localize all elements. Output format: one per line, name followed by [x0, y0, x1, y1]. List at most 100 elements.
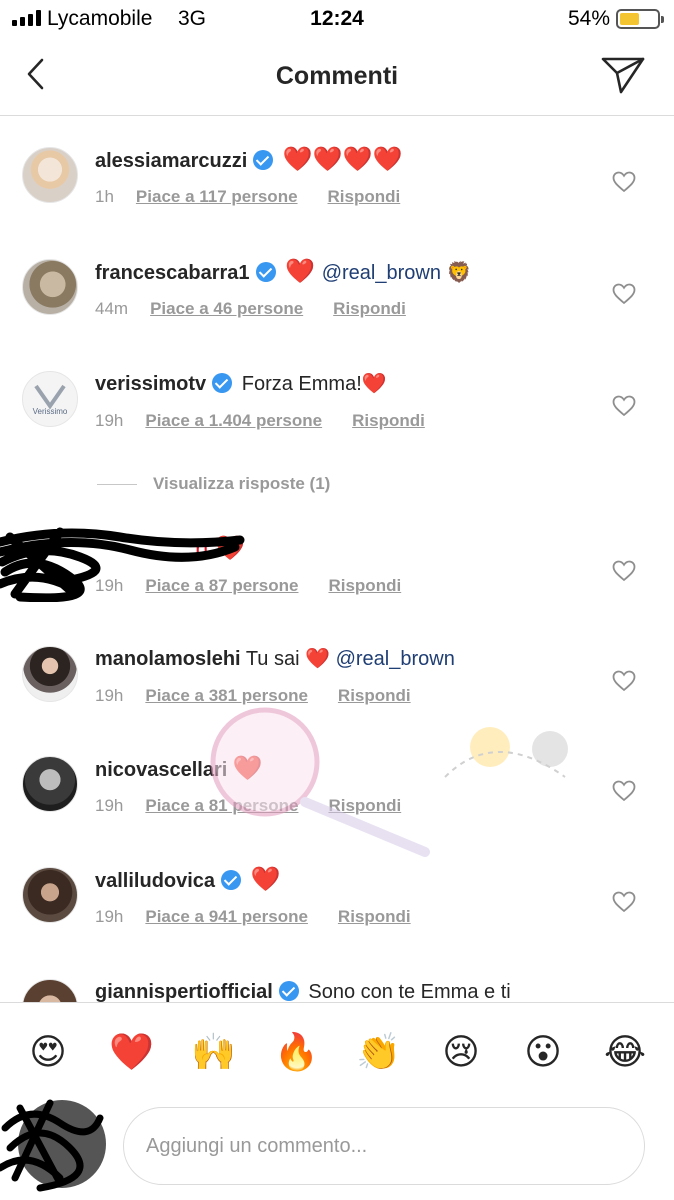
heart-outline-icon[interactable] — [612, 891, 636, 913]
fire-emoji-button[interactable]: 🔥 — [274, 1031, 319, 1075]
mention-link[interactable]: @real_brown — [322, 262, 441, 284]
comment-text: valliludovica ❤️ — [95, 867, 584, 894]
reply-button[interactable]: Rispondi — [328, 576, 401, 596]
verissimo-logo-text: Verissimo — [32, 406, 68, 416]
comment-time: 19h — [95, 907, 124, 926]
view-replies-label: Visualizza risposte (1) — [153, 474, 331, 493]
comment-body: Sono con te Emma e ti — [308, 981, 511, 1002]
comment-time: 1h — [95, 187, 114, 206]
comment-composer — [0, 1094, 674, 1200]
comment-body: Forza Emma!❤️ — [241, 373, 387, 395]
avatar[interactable]: Verissimo — [22, 371, 78, 427]
comment-username[interactable]: giannispertiofficial — [95, 981, 273, 1002]
battery-percent: 54% — [567, 7, 610, 30]
comment-item: giannispertiofficial Sono con te Emma e … — [0, 949, 674, 1002]
heart-outline-icon[interactable] — [612, 670, 636, 692]
battery-icon — [616, 9, 664, 29]
comment-body: ❤️ — [250, 866, 281, 893]
comment-body: ❤️❤️❤️❤️ — [282, 146, 403, 173]
reply-button[interactable]: Rispondi — [328, 796, 401, 816]
header: Commenti — [0, 38, 674, 116]
mention-link[interactable]: @real_brown — [336, 648, 455, 670]
comment-likes-link[interactable]: Piace a 941 persone — [145, 907, 308, 927]
verified-badge-icon — [253, 150, 274, 170]
crying-face-emoji-button[interactable]: 😢 — [439, 1031, 483, 1075]
comment-item: valliludovica ❤️ 19h Piace a 941 persone… — [0, 837, 674, 937]
reply-button[interactable]: Rispondi — [333, 299, 406, 319]
battery-fill — [620, 13, 640, 25]
comment-likes-link[interactable]: Piace a 1.404 persone — [145, 411, 322, 431]
comment-time: 19h — [95, 411, 124, 430]
verified-badge-icon — [212, 373, 233, 393]
comment-meta: 19h Piace a 81 persone Rispondi — [95, 796, 401, 816]
comment-username[interactable]: valliludovica — [95, 870, 215, 892]
comment-item: nicovascellari ❤️ 19h Piace a 81 persone… — [0, 726, 674, 826]
comment-likes-link[interactable]: Piace a 81 persone — [145, 796, 298, 816]
send-direct-button[interactable] — [600, 52, 646, 98]
verified-badge-icon — [255, 262, 276, 282]
avatar[interactable] — [22, 756, 78, 812]
comment-body: ❤️ — [232, 755, 263, 782]
comment-item: alessiamarcuzzi ❤️❤️❤️❤️ 1h Piace a 117 … — [0, 117, 674, 217]
comment-time: 19h — [95, 686, 124, 705]
comment-username[interactable]: manolamoslehi — [95, 648, 241, 670]
comment-time: 44m — [95, 299, 129, 318]
comment-username[interactable]: alessiamarcuzzi — [95, 150, 247, 172]
comment-meta: 19h Piace a 381 persone Rispondi — [95, 686, 411, 706]
heart-outline-icon[interactable] — [612, 780, 636, 802]
clapping-hands-emoji-button[interactable]: 👏 — [356, 1031, 401, 1075]
divider-line — [97, 483, 137, 485]
reply-button[interactable]: Rispondi — [328, 187, 401, 207]
view-replies-link[interactable]: Visualizza risposte (1) — [97, 474, 330, 494]
comment-username[interactable]: nicovascellari — [95, 759, 227, 781]
status-bar: Lycamobile 3G 12:24 54% — [0, 0, 674, 38]
surprised-face-emoji-button[interactable]: 😮 — [521, 1031, 565, 1075]
comment-item: Verissimo verissimotv Forza Emma!❤️ 19h … — [0, 341, 674, 441]
tears-of-joy-emoji-button[interactable]: 😂 — [603, 1031, 647, 1075]
current-user-avatar — [0, 1099, 106, 1192]
comment-text: manolamoslehi Tu sai ❤️ @real_brown — [95, 646, 584, 672]
comment-body: ❤️ — [285, 258, 322, 285]
avatar[interactable] — [22, 147, 78, 203]
heart-eyes-emoji-button[interactable]: 😍 — [26, 1031, 70, 1075]
reply-button[interactable]: Rispondi — [352, 411, 425, 431]
comment-text: francescabarra1 ❤️ @real_brown 🦁 — [95, 259, 584, 286]
heart-outline-icon[interactable] — [612, 560, 636, 582]
comment-item: francescabarra1 ❤️ @real_brown 🦁 44m Pia… — [0, 229, 674, 329]
avatar[interactable] — [22, 867, 78, 923]
comment-username[interactable]: francescabarra1 — [95, 262, 250, 284]
comment-text: verissimotv Forza Emma!❤️ — [95, 371, 584, 397]
comment-text: giannispertiofficial Sono con te Emma e … — [95, 979, 584, 1002]
comment-text: alessiamarcuzzi ❤️❤️❤️❤️ — [95, 147, 584, 174]
verissimo-logo-icon — [34, 384, 66, 409]
raised-hands-emoji-button[interactable]: 🙌 — [191, 1031, 236, 1075]
comments-list[interactable]: alessiamarcuzzi ❤️❤️❤️❤️ 1h Piace a 117 … — [0, 117, 674, 1002]
heart-outline-icon[interactable] — [612, 171, 636, 193]
comment-meta: 19h Piace a 941 persone Rispondi — [95, 907, 411, 927]
comment-time: 19h — [95, 796, 124, 815]
comment-input[interactable] — [123, 1107, 645, 1185]
verified-badge-icon — [221, 870, 242, 890]
verified-badge-icon — [278, 981, 299, 1001]
page-title: Commenti — [275, 62, 399, 90]
comment-likes-link[interactable]: Piace a 117 persone — [136, 187, 298, 207]
comment-emoji: 🦁 — [440, 262, 472, 284]
emoji-quick-bar: 😍 ❤️ 🙌 🔥 👏 😢 😮 😂 — [0, 1002, 674, 1094]
red-heart-emoji-button[interactable]: ❤️ — [109, 1031, 154, 1075]
avatar[interactable] — [22, 979, 78, 1002]
avatar[interactable] — [22, 646, 78, 702]
comment-meta: 1h Piace a 117 persone Rispondi — [95, 187, 400, 207]
comment-likes-link[interactable]: Piace a 381 persone — [145, 686, 308, 706]
reply-button[interactable]: Rispondi — [338, 686, 411, 706]
avatar[interactable] — [22, 259, 78, 315]
comment-item: manolamoslehi Tu sai ❤️ @real_brown 19h … — [0, 616, 674, 716]
comment-body: Tu sai ❤️ — [245, 648, 336, 670]
redaction-scribble — [0, 527, 245, 602]
comment-likes-link[interactable]: Piace a 46 persone — [150, 299, 303, 319]
comment-text: nicovascellari ❤️ — [95, 756, 584, 783]
comment-username[interactable]: verissimotv — [95, 373, 206, 395]
heart-outline-icon[interactable] — [612, 283, 636, 305]
reply-button[interactable]: Rispondi — [338, 907, 411, 927]
heart-outline-icon[interactable] — [612, 395, 636, 417]
comment-meta: 19h Piace a 1.404 persone Rispondi — [95, 411, 425, 431]
